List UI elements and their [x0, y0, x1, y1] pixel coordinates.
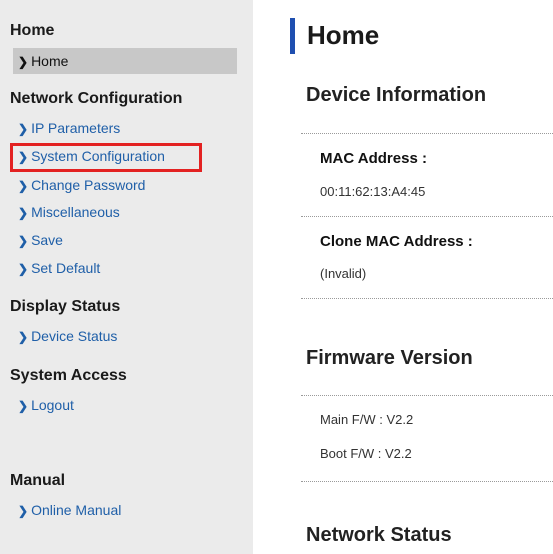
- chevron-right-icon: ❯: [18, 234, 29, 248]
- sidebar-item-set-default[interactable]: ❯ Set Default: [18, 260, 100, 276]
- sidebar-item-home[interactable]: ❯ Home: [13, 48, 237, 74]
- chevron-right-icon: ❯: [18, 122, 29, 136]
- highlight-box: [10, 143, 202, 172]
- sidebar-item-device-status[interactable]: ❯ Device Status: [18, 328, 117, 344]
- page-title: Home: [307, 20, 380, 50]
- device-information-heading: Device Information: [306, 84, 487, 106]
- sidebar-item-label: Set Default: [31, 260, 101, 276]
- sidebar-item-label: Home: [31, 53, 69, 69]
- clone-mac-address-label: Clone MAC Address :: [320, 233, 473, 250]
- sidebar: Home ❯ Home Network Configuration ❯ IP Par…: [0, 0, 253, 554]
- network-status-heading: Network Status: [306, 524, 452, 546]
- sidebar-item-ip-parameters[interactable]: ❯ IP Parameters: [18, 120, 120, 136]
- chevron-right-icon: ❯: [18, 330, 29, 344]
- sidebar-item-label: Change Password: [31, 177, 146, 193]
- sidebar-item-label: Logout: [31, 397, 74, 413]
- section-title-system-access: System Access: [10, 367, 127, 384]
- title-accent-bar: [290, 18, 295, 54]
- divider: [301, 133, 553, 134]
- boot-firmware-version: Boot F/W : V2.2: [320, 446, 412, 461]
- chevron-right-icon: ❯: [18, 206, 29, 220]
- section-title-manual: Manual: [10, 472, 66, 489]
- main-content: Home Device Information MAC Address : 00…: [253, 0, 553, 554]
- main-firmware-version: Main F/W : V2.2: [320, 412, 414, 427]
- sidebar-item-change-password[interactable]: ❯ Change Password: [18, 177, 145, 193]
- chevron-right-icon: ❯: [18, 179, 29, 193]
- sidebar-item-label: Save: [31, 232, 63, 248]
- chevron-right-icon: ❯: [18, 399, 29, 413]
- divider: [301, 216, 553, 217]
- sidebar-item-label: IP Parameters: [31, 120, 121, 136]
- section-title-home: Home: [10, 22, 55, 39]
- section-title-network-configuration: Network Configuration: [10, 90, 183, 107]
- clone-mac-address-value: (Invalid): [320, 266, 367, 281]
- chevron-right-icon: ❯: [18, 262, 29, 276]
- mac-address-value: 00:11:62:13:A4:45: [320, 184, 426, 199]
- divider: [301, 395, 553, 396]
- chevron-right-icon: ❯: [18, 55, 29, 69]
- section-title-display-status: Display Status: [10, 298, 121, 315]
- sidebar-item-miscellaneous[interactable]: ❯ Miscellaneous: [18, 204, 120, 220]
- sidebar-item-online-manual[interactable]: ❯ Online Manual: [18, 502, 121, 518]
- firmware-version-heading: Firmware Version: [306, 347, 473, 369]
- sidebar-item-logout[interactable]: ❯ Logout: [18, 397, 74, 413]
- divider: [301, 481, 553, 482]
- chevron-right-icon: ❯: [18, 504, 29, 518]
- sidebar-item-label: Miscellaneous: [31, 204, 120, 220]
- divider: [301, 298, 553, 299]
- sidebar-item-label: Device Status: [31, 328, 118, 344]
- sidebar-item-label: Online Manual: [31, 502, 122, 518]
- mac-address-label: MAC Address :: [320, 150, 427, 167]
- sidebar-item-save[interactable]: ❯ Save: [18, 232, 63, 248]
